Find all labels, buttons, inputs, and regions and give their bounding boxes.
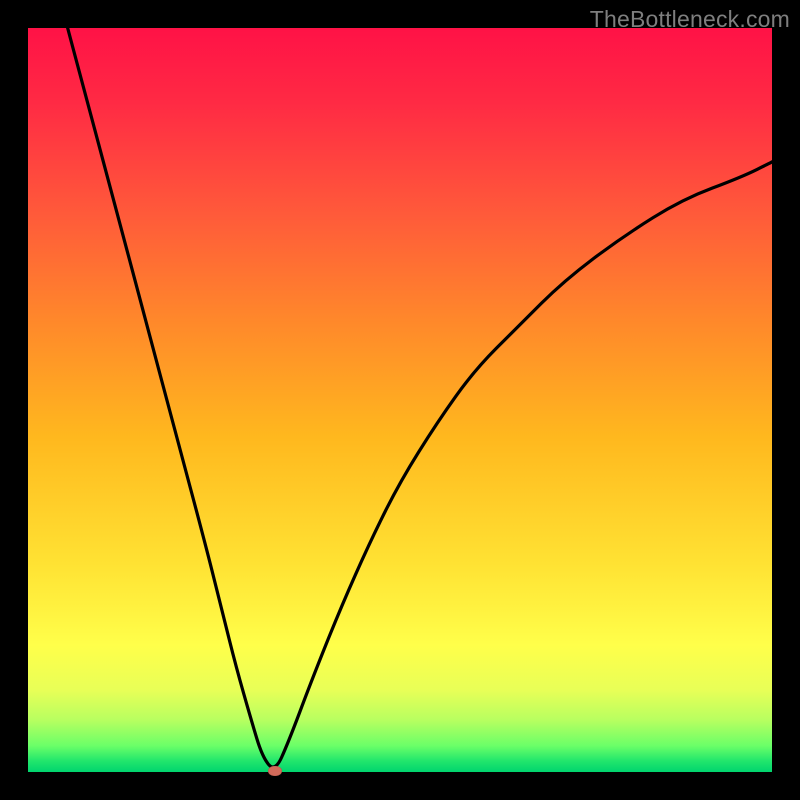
chart-frame: TheBottleneck.com <box>0 0 800 800</box>
watermark-text: TheBottleneck.com <box>590 6 790 33</box>
bottleneck-curve <box>28 28 772 772</box>
optimal-point-marker <box>268 766 282 776</box>
